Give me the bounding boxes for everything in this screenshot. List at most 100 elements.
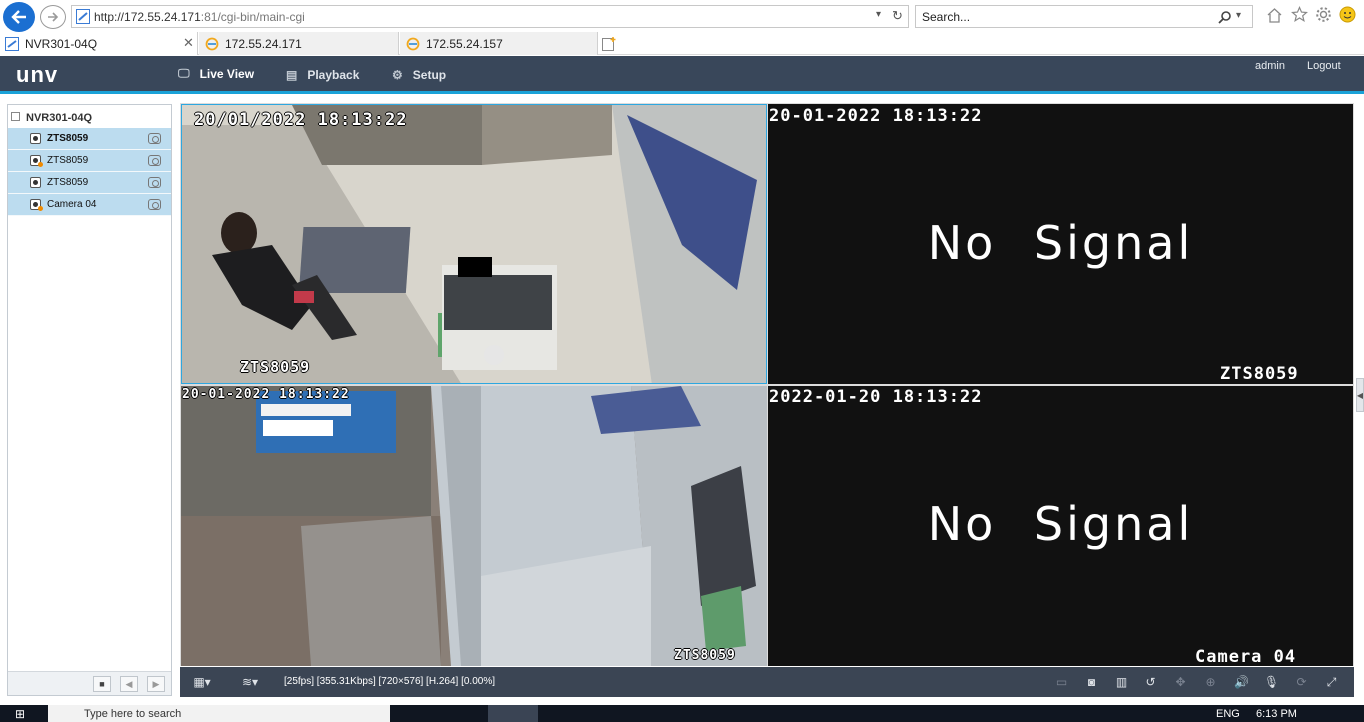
channel-name-overlay: ZTS8059 — [1220, 364, 1299, 384]
collapse-toggle-icon[interactable] — [11, 112, 20, 121]
tab-ip-171[interactable]: 172.55.24.171 — [199, 32, 399, 55]
gear-icon: ⚙ — [392, 68, 403, 82]
channel-label: ZTS8059 — [47, 155, 89, 166]
new-tab-button[interactable] — [599, 32, 623, 55]
new-tab-icon — [602, 36, 616, 51]
video-tile-2[interactable]: 20-01-2022 18:13:22 No Signal ZTS8059 — [768, 104, 1353, 384]
logout-link[interactable]: Logout — [1307, 60, 1341, 72]
unv-logo: unv — [16, 62, 59, 87]
channel-name-overlay: Camera 04 — [1195, 647, 1297, 666]
refresh-icon[interactable]: ↻ — [892, 8, 903, 24]
fullscreen-icon[interactable]: ⤢ — [1324, 675, 1339, 689]
taskbar-search-input[interactable]: Type here to search — [48, 705, 390, 722]
back-button[interactable] — [3, 2, 35, 32]
device-tree-root[interactable]: NVR301-04Q — [8, 107, 171, 127]
layout-grid-icon[interactable]: ▦▾ — [190, 675, 214, 689]
tab-live-view[interactable]: 🖵 Live View — [164, 56, 267, 94]
timestamp-overlay: 20/01/2022 18:13:22 — [194, 110, 408, 130]
stream-type-icon[interactable]: ≋▾ — [236, 675, 264, 689]
search-icon[interactable] — [1218, 10, 1232, 24]
audio-icon[interactable]: 🔊 — [1234, 675, 1249, 689]
channel-item[interactable]: ZTS8059 — [8, 150, 171, 172]
tab-playback[interactable]: ▤ Playback — [286, 56, 359, 94]
tab-setup[interactable]: ⚙ Setup — [392, 56, 446, 94]
nav-label: Live View — [199, 66, 255, 81]
record-clip-icon[interactable]: ▥ — [1114, 675, 1129, 689]
nav-label: Playback — [307, 68, 360, 82]
ptz-icon[interactable]: ✥ — [1173, 675, 1188, 689]
ie-icon — [205, 37, 219, 50]
user-name[interactable]: admin — [1255, 60, 1285, 72]
warning-dot-icon — [38, 206, 43, 211]
tab-page-icon — [5, 36, 19, 51]
url-field[interactable]: http://172.55.24.171:81/cgi-bin/main-cgi… — [71, 5, 909, 28]
camera-icon — [30, 177, 41, 188]
stream-stats: [25fps] [355.31Kbps] [720×576] [H.264] [… — [284, 676, 495, 687]
channel-label: Camera 04 — [47, 199, 97, 210]
channel-item[interactable]: ZTS8059 — [8, 128, 171, 150]
prev-page-button[interactable]: ◀ — [120, 676, 138, 692]
instant-playback-icon[interactable]: ↺ — [1143, 675, 1158, 689]
tab-label: NVR301-04Q — [25, 36, 98, 51]
no-signal-message: No Signal — [927, 497, 1194, 551]
nav-label: Setup — [412, 68, 447, 82]
ie-taskbar-button[interactable] — [488, 705, 538, 722]
stop-all-button[interactable]: ■ — [93, 676, 111, 692]
record-icon[interactable] — [148, 155, 161, 166]
film-icon: ▤ — [286, 68, 298, 82]
video-toolbar: ▦▾ ≋▾ [25fps] [355.31Kbps] [720×576] [H.… — [180, 667, 1354, 697]
windows-taskbar: ⊞ Type here to search ENG 6:13 PM — [0, 705, 1364, 722]
search-dropdown-icon[interactable]: ▾ — [1236, 10, 1241, 21]
windows-start-icon[interactable]: ⊞ — [15, 707, 25, 721]
tab-label: 172.55.24.157 — [426, 36, 503, 51]
browser-address-bar: http://172.55.24.171:81/cgi-bin/main-cgi… — [0, 0, 1364, 32]
arrow-right-icon — [48, 12, 59, 22]
close-tab-icon[interactable]: ✕ — [183, 35, 194, 51]
record-icon[interactable] — [148, 133, 161, 144]
forward-button[interactable] — [40, 5, 66, 29]
channel-item[interactable]: ZTS8059 — [8, 172, 171, 194]
timestamp-overlay: 20-01-2022 18:13:22 — [769, 106, 983, 126]
video-tile-1[interactable]: 20/01/2022 18:13:22 ZTS8059 — [181, 104, 767, 384]
page-icon — [76, 9, 90, 24]
tab-label: 172.55.24.171 — [225, 36, 302, 51]
warning-dot-icon — [38, 162, 43, 167]
refresh-icon[interactable]: ⟳ — [1294, 675, 1309, 689]
collapse-panel-handle[interactable]: ◀ — [1356, 378, 1364, 412]
record-icon[interactable] — [148, 177, 161, 188]
timestamp-overlay: 2022-01-20 18:13:22 — [769, 387, 983, 407]
language-indicator[interactable]: ENG — [1216, 708, 1240, 720]
browser-search-input[interactable]: Search... ▾ — [915, 5, 1253, 28]
browser-tab-strip: NVR301-04Q ✕ 172.55.24.171 172.55.24.157 — [0, 32, 1364, 55]
microphone-icon[interactable]: 🎙 — [1264, 675, 1279, 689]
snapshot-icon[interactable]: ◙ — [1084, 675, 1099, 689]
dropdown-icon[interactable]: ▾ — [876, 9, 881, 20]
device-name: NVR301-04Q — [26, 112, 93, 124]
settings-gear-icon[interactable] — [1315, 6, 1332, 23]
channel-name-overlay: ZTS8059 — [674, 648, 736, 663]
app-header: unv 🖵 Live View ▤ Playback ⚙ Setup admin Lo… — [0, 56, 1364, 94]
url-host: http://172.55.24.171 — [94, 10, 201, 24]
tab-nvr[interactable]: NVR301-04Q ✕ — [0, 32, 198, 55]
ie-icon — [406, 37, 420, 50]
alarm-output-icon[interactable]: ▭ — [1054, 675, 1069, 689]
next-page-button[interactable]: ▶ — [147, 676, 165, 692]
search-placeholder: Search... — [922, 10, 971, 24]
favorites-star-icon[interactable] — [1291, 6, 1308, 23]
timestamp-overlay: 20-01-2022 18:13:22 — [182, 387, 350, 402]
clock[interactable]: 6:13 PM — [1256, 708, 1297, 720]
video-tile-3[interactable]: 20-01-2022 18:13:22 ZTS8059 — [181, 386, 767, 666]
channel-label: ZTS8059 — [47, 177, 89, 188]
record-icon[interactable] — [148, 199, 161, 210]
video-tile-4[interactable]: 2022-01-20 18:13:22 No Signal Camera 04 — [768, 386, 1353, 666]
tab-ip-157[interactable]: 172.55.24.157 — [400, 32, 598, 55]
home-icon[interactable] — [1266, 7, 1283, 24]
arrow-left-icon — [11, 10, 26, 24]
taskbar-search-placeholder: Type here to search — [84, 708, 182, 720]
url-path: :81/cgi-bin/main-cgi — [200, 10, 305, 24]
camera-feed-atm-interior — [182, 105, 766, 383]
feedback-smiley-icon[interactable] — [1339, 6, 1356, 23]
digital-zoom-icon[interactable]: ⊕ — [1203, 675, 1218, 689]
channel-item[interactable]: Camera 04 — [8, 194, 171, 216]
channel-name-overlay: ZTS8059 — [240, 358, 311, 376]
